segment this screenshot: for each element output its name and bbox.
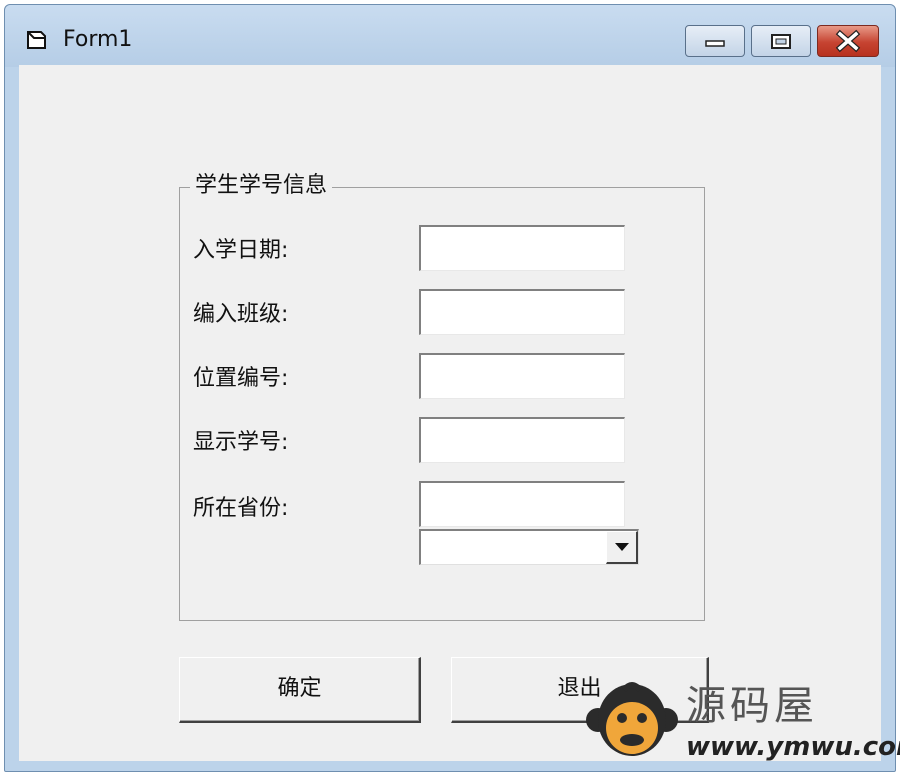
province-label: 所在省份: <box>193 496 289 521</box>
close-icon <box>835 29 861 53</box>
minimize-icon <box>705 40 725 47</box>
ok-button[interactable]: 确定 <box>179 657 421 723</box>
monkey-logo-icon <box>586 682 678 756</box>
form-icon[interactable] <box>25 29 49 51</box>
minimize-button[interactable] <box>685 25 745 57</box>
class-input[interactable] <box>419 289 625 335</box>
enroll-date-label: 入学日期: <box>193 238 289 263</box>
maximize-icon <box>771 34 791 49</box>
maximize-button[interactable] <box>751 25 811 57</box>
title-bar[interactable]: Form1 <box>5 5 895 67</box>
province-combobox[interactable] <box>419 529 639 565</box>
student-number-label: 显示学号: <box>193 430 289 455</box>
province-input[interactable] <box>419 481 625 527</box>
window-title: Form1 <box>63 27 133 52</box>
watermark-url: www.ymwu.com <box>686 732 900 762</box>
position-number-input[interactable] <box>419 353 625 399</box>
class-label: 编入班级: <box>193 302 289 327</box>
watermark: 源码屋 www.ymwu.com <box>582 672 900 772</box>
chevron-down-icon <box>615 543 629 551</box>
close-button[interactable] <box>817 25 879 57</box>
combo-dropdown-button[interactable] <box>606 531 638 564</box>
app-window: Form1 学生学号信息 入学日期: 编入班级: 位置编号: 显示学号: 所在省… <box>4 4 896 772</box>
groupbox-title: 学生学号信息 <box>190 172 333 200</box>
position-number-label: 位置编号: <box>193 366 289 391</box>
watermark-name: 源码屋 <box>686 683 818 729</box>
form-client-area: 学生学号信息 入学日期: 编入班级: 位置编号: 显示学号: 所在省份: 确定 … <box>19 65 881 761</box>
student-number-input[interactable] <box>419 417 625 463</box>
enroll-date-input[interactable] <box>419 225 625 271</box>
